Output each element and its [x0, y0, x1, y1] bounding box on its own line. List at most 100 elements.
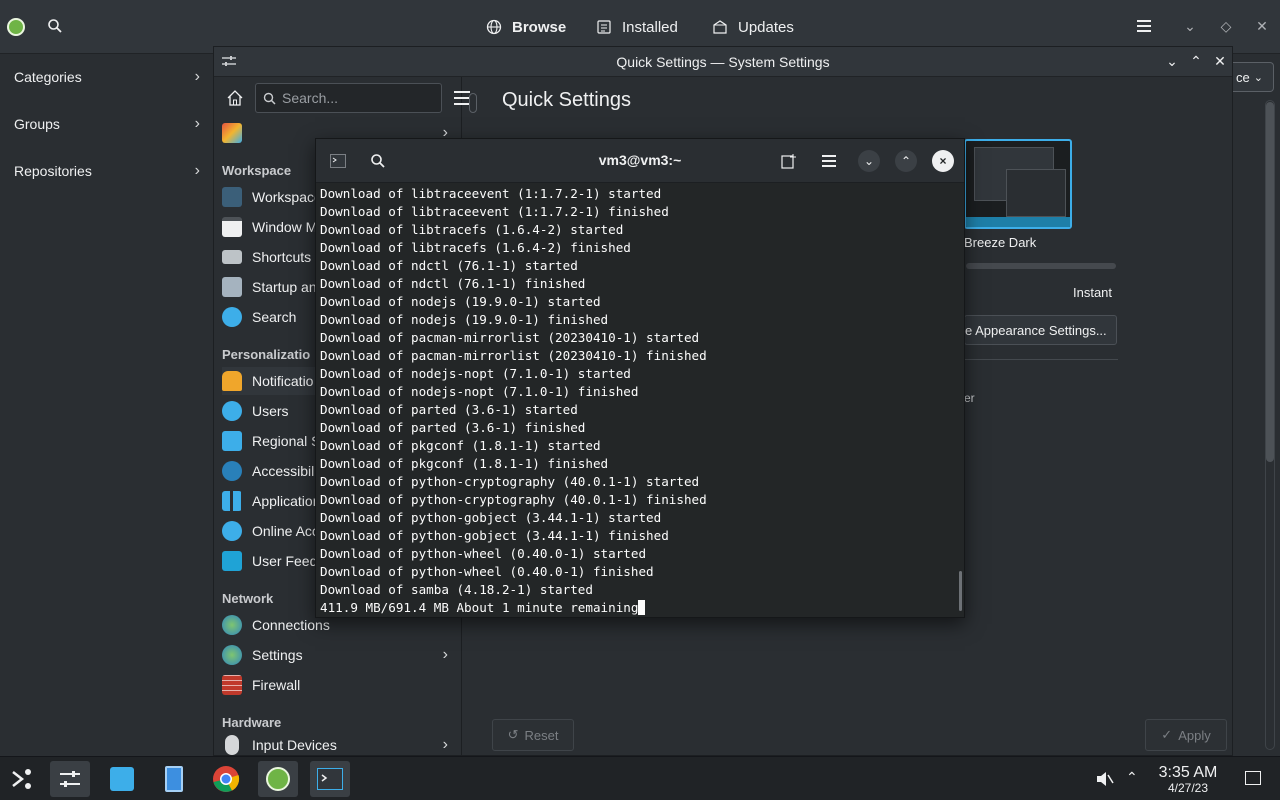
terminal-line: Download of python-wheel (0.40.0-1) fini… [320, 564, 654, 579]
sidebar-item-label: User Feedl [252, 553, 321, 569]
updates-icon [713, 20, 727, 34]
group-network: Network [222, 591, 274, 606]
volume-muted-icon[interactable] [1096, 771, 1114, 787]
sidebar-item-groups[interactable]: Groups › [0, 101, 212, 147]
chevron-right-icon: › [194, 162, 200, 179]
maximize-icon[interactable]: ◇ [1218, 18, 1234, 34]
minimize-icon[interactable]: ⌄ [1164, 53, 1180, 69]
close-icon[interactable]: ✕ [1212, 53, 1228, 69]
tab-updates[interactable]: Updates [712, 16, 794, 38]
terminal-line: Download of libtraceevent (1:1.7.2-1) fi… [320, 204, 669, 219]
animation-speed-label: Instant [1073, 285, 1113, 300]
sidebar-item-firewall[interactable]: Firewall [222, 671, 458, 699]
discover-logo-icon [7, 18, 25, 36]
preview-panel [966, 217, 1070, 227]
terminal-line: Download of libtraceevent (1:1.7.2-1) st… [320, 186, 662, 201]
hamburger-menu-icon[interactable] [1136, 18, 1152, 34]
terminal-line: Download of parted (3.6-1) started [320, 402, 578, 417]
terminal-line: Download of libtracefs (1.6.4-2) finishe… [320, 240, 631, 255]
sidebar-item-label: Window M [252, 219, 318, 235]
firewall-icon [222, 675, 242, 695]
appearance-icon [222, 123, 242, 143]
show-desktop-icon[interactable] [1245, 771, 1261, 785]
konsole-task-icon[interactable] [310, 761, 350, 797]
terminal-line: Download of libtracefs (1.6.4-2) started [320, 222, 624, 237]
sidebar-item-label: Connections [252, 617, 330, 633]
keyboard-icon [222, 250, 242, 264]
discover-task-icon[interactable] [258, 761, 298, 797]
sidebar-item-categories[interactable]: Categories › [0, 54, 212, 100]
regional-icon [222, 431, 242, 451]
settings-titlebar: Quick Settings — System Settings ⌄ ⌃ ✕ [214, 47, 1232, 77]
divider [964, 359, 1118, 360]
discover-store-icon[interactable] [102, 761, 142, 797]
sidebar-item-repositories[interactable]: Repositories › [0, 148, 212, 194]
hamburger-menu-icon[interactable] [454, 91, 470, 105]
minimize-icon[interactable]: ⌄ [858, 150, 880, 172]
terminal-line: Download of pkgconf (1.8.1-1) finished [320, 456, 609, 471]
tab-installed-label: Installed [622, 18, 678, 36]
chrome-icon[interactable] [206, 761, 246, 797]
sidebar-item-input-devices[interactable]: Input Devices › [222, 735, 458, 755]
system-settings-task-icon[interactable] [50, 761, 90, 797]
terminal-line: Download of nodejs (19.9.0-1) finished [320, 312, 609, 327]
chevron-right-icon: › [442, 736, 448, 753]
network-settings-icon [222, 645, 242, 665]
terminal-output[interactable]: Download of libtraceevent (1:1.7.2-1) st… [320, 185, 956, 617]
file-manager-icon[interactable] [154, 761, 194, 797]
more-appearance-settings-button[interactable]: e Appearance Settings... [964, 315, 1117, 345]
page-title: Quick Settings [502, 89, 631, 111]
group-workspace: Workspace [222, 163, 292, 178]
close-icon[interactable]: ✕ [1254, 18, 1270, 34]
terminal-line: Download of python-cryptography (40.0.1-… [320, 474, 700, 489]
connections-icon [222, 615, 242, 635]
apply-button[interactable]: ✓ Apply [1145, 719, 1227, 751]
workspace-icon [222, 187, 242, 207]
sidebar-item-label: Workspace [252, 189, 322, 205]
feedback-icon [222, 551, 242, 571]
reset-button[interactable]: ↺ Reset [492, 719, 574, 751]
new-tab-icon[interactable] [781, 153, 797, 169]
animation-speed-slider[interactable] [966, 263, 1116, 269]
users-icon [222, 401, 242, 421]
settings-search-input[interactable]: Search... [255, 83, 442, 113]
search-icon[interactable] [47, 18, 63, 34]
terminal-line: Download of python-cryptography (40.0.1-… [320, 492, 707, 507]
minimize-icon[interactable]: ⌄ [1182, 18, 1198, 34]
sidebar-item-label: Users [252, 403, 289, 419]
application-launcher-icon[interactable] [2, 761, 42, 797]
sidebar-scrollbar[interactable] [469, 93, 477, 113]
terminal-line: Download of pkgconf (1.8.1-1) started [320, 438, 601, 453]
mouse-icon [225, 735, 239, 755]
terminal-line: Download of nodejs (19.9.0-1) started [320, 294, 601, 309]
sidebar-item-label: Categories [14, 69, 82, 85]
tab-browse[interactable]: Browse [486, 16, 566, 38]
startup-icon [222, 277, 242, 297]
settings-window-title: Quick Settings — System Settings [616, 54, 830, 70]
terminal-scrollbar[interactable] [959, 571, 962, 611]
sort-combobox[interactable]: ce ⌄ [1232, 62, 1274, 92]
close-icon[interactable]: × [932, 150, 954, 172]
konsole-window: vm3@vm3:~ ⌄ ⌃ × Download of libtraceeven… [315, 138, 965, 618]
terminal-line: Download of nodejs-nopt (7.1.0-1) finish… [320, 384, 639, 399]
list-icon [597, 20, 611, 34]
theme-label: Breeze Dark [964, 235, 1037, 250]
discover-scrollbar-handle[interactable] [1266, 102, 1274, 462]
applications-icon [222, 491, 242, 511]
progress-text: 411.9 MB/691.4 MB About 1 minute remaini… [320, 600, 639, 615]
hamburger-menu-icon[interactable] [821, 153, 837, 169]
chevron-right-icon: › [194, 68, 200, 85]
tab-installed[interactable]: Installed [596, 16, 678, 38]
system-tray-expand-icon[interactable]: ⌃ [1126, 769, 1138, 786]
terminal-line: Download of python-wheel (0.40.0-1) star… [320, 546, 647, 561]
terminal-line: Download of pacman-mirrorlist (20230410-… [320, 348, 707, 363]
home-icon[interactable] [226, 89, 244, 107]
terminal-line: Download of parted (3.6-1) finished [320, 420, 586, 435]
theme-preview-breeze-dark[interactable] [964, 139, 1072, 229]
sidebar-item-label: Repositories [14, 163, 92, 179]
sort-combobox-label: ce [1236, 69, 1250, 85]
maximize-icon[interactable]: ⌃ [895, 150, 917, 172]
sidebar-item-network-settings[interactable]: Settings › [222, 641, 458, 669]
digital-clock[interactable]: 3:35 AM 4/27/23 [1150, 765, 1226, 796]
maximize-icon[interactable]: ⌃ [1188, 53, 1204, 69]
